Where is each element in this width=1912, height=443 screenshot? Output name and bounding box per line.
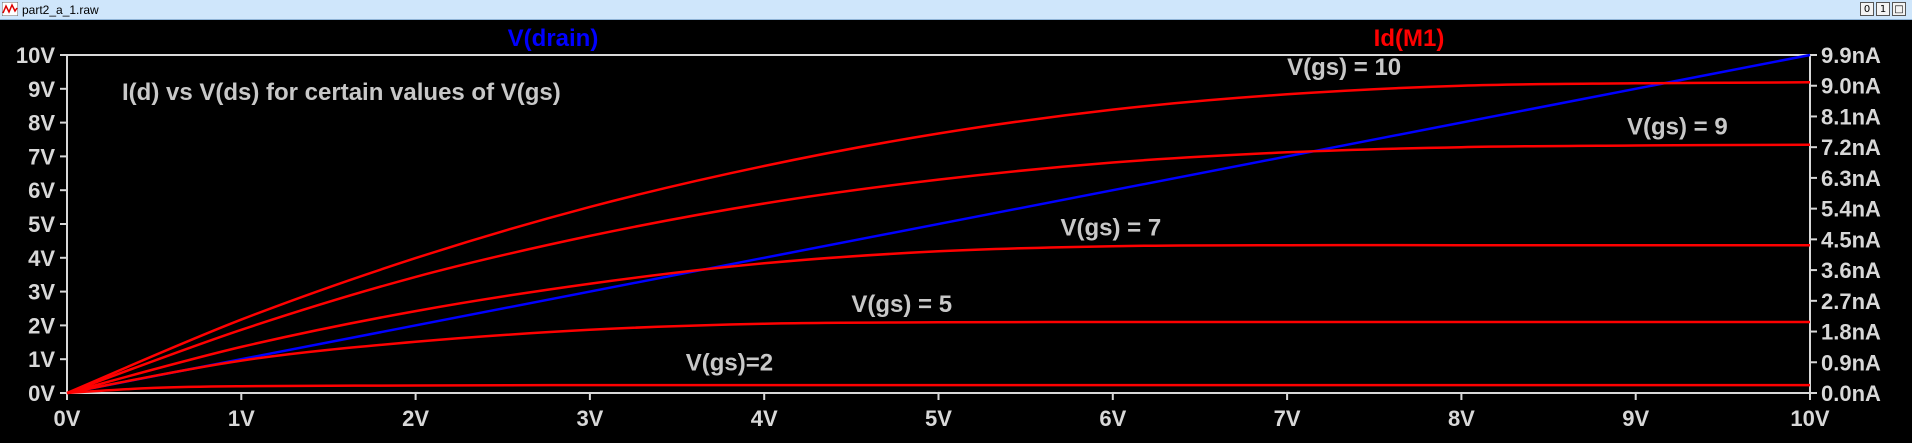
left-tick-label: 3V: [28, 280, 55, 305]
current-trace-4[interactable]: [66, 320, 1810, 395]
curve-annotation: V(gs) = 5: [851, 291, 952, 318]
x-tick-label: 8V: [1448, 406, 1475, 431]
current-trace-5[interactable]: [66, 383, 1810, 395]
right-tick-label: 7.2nA: [1821, 135, 1881, 160]
left-tick-label: 5V: [28, 212, 55, 237]
right-tick-label: 5.4nA: [1821, 197, 1881, 222]
left-tick-label: 8V: [28, 111, 55, 136]
x-tick-label: 1V: [228, 406, 255, 431]
x-tick-label: 10V: [1790, 406, 1829, 431]
left-tick-label: 0V: [28, 381, 55, 406]
chart-title: I(d) vs V(ds) for certain values of V(gs…: [122, 79, 561, 106]
right-tick-label: 4.5nA: [1821, 227, 1881, 252]
right-tick-label: 0.9nA: [1821, 350, 1881, 375]
x-axis: 0V 1V 2V 3V 4V 5V 6V 7V 8V 9V 10V: [54, 393, 1830, 431]
right-tick-label: 6.3nA: [1821, 166, 1881, 191]
minimize-button[interactable]: 0: [1860, 2, 1874, 16]
curve-annotation: V(gs) = 9: [1627, 114, 1728, 141]
x-tick-label: 7V: [1274, 406, 1301, 431]
right-tick-label: 2.7nA: [1821, 289, 1881, 314]
curve-annotation: V(gs) = 10: [1287, 54, 1401, 81]
right-tick-label: 8.1nA: [1821, 104, 1881, 129]
left-tick-label: 10V: [16, 43, 55, 68]
right-axis: 0.0nA 0.9nA 1.8nA 2.7nA 3.6nA 4.5nA 5.4nA 6.3nA…: [1810, 43, 1881, 406]
window-controls: 0 1 □: [1860, 2, 1906, 16]
x-tick-label: 5V: [925, 406, 952, 431]
window-title: part2_a_1.raw: [22, 3, 99, 17]
right-tick-label: 1.8nA: [1821, 320, 1881, 345]
current-trace-2[interactable]: [66, 143, 1811, 395]
left-tick-label: 9V: [28, 77, 55, 102]
right-tick-label: 9.0nA: [1821, 74, 1881, 99]
x-tick-label: 4V: [751, 406, 778, 431]
left-tick-label: 6V: [28, 178, 55, 203]
left-tick-label: 2V: [28, 313, 55, 338]
left-tick-label: 7V: [28, 144, 55, 169]
x-tick-label: 2V: [402, 406, 429, 431]
restore-button[interactable]: 1: [1876, 2, 1890, 16]
right-tick-label: 3.6nA: [1821, 258, 1881, 283]
window-titlebar: part2_a_1.raw 0 1 □: [0, 0, 1912, 20]
right-tick-label: 0.0nA: [1821, 381, 1881, 406]
waveform-plot[interactable]: 0V 1V 2V 3V 4V 5V 6V 7V 8V 9V 10V 0.0nA 0.9nA 1.8nA 2…: [0, 20, 1912, 443]
curve-annotation: V(gs) = 7: [1061, 214, 1162, 241]
maximize-button[interactable]: □: [1892, 2, 1906, 16]
trace-label-voltage[interactable]: V(drain): [508, 25, 599, 52]
x-tick-label: 6V: [1099, 406, 1126, 431]
waveform-icon: [2, 2, 18, 16]
left-axis: 0V 1V 2V 3V 4V 5V 6V 7V 8V 9V 10V: [16, 43, 67, 406]
right-tick-label: 9.9nA: [1821, 43, 1881, 68]
left-tick-label: 1V: [28, 347, 55, 372]
current-trace-1[interactable]: [66, 81, 1811, 395]
x-tick-label: 9V: [1622, 406, 1649, 431]
x-tick-label: 0V: [54, 406, 81, 431]
left-tick-label: 4V: [28, 246, 55, 271]
x-tick-label: 3V: [576, 406, 603, 431]
current-trace-3[interactable]: [66, 243, 1810, 395]
curve-annotation: V(gs)=2: [686, 349, 773, 376]
trace-label-current[interactable]: Id(M1): [1374, 25, 1445, 52]
